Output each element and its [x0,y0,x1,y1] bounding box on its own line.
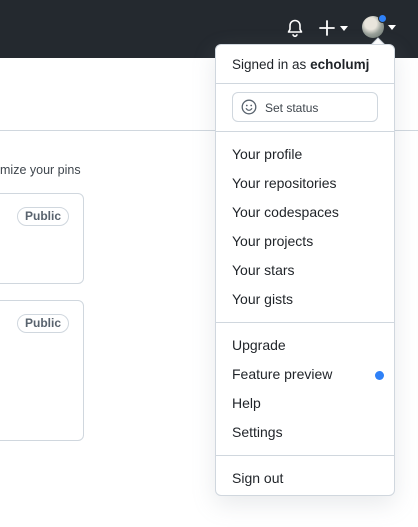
menu-item-label: Feature preview [232,366,333,382]
smiley-icon [241,99,257,115]
new-feature-dot [375,371,384,380]
menu-divider [216,322,394,323]
plus-icon [319,20,335,36]
menu-divider [216,455,394,456]
signed-in-as-label: Signed in as echolumj [232,57,369,72]
menu-item-your-gists[interactable]: Your gists [216,286,394,314]
menu-item-label: Upgrade [232,337,286,353]
menu-item-sign-out[interactable]: Sign out [216,465,394,493]
menu-item-help[interactable]: Help [216,390,394,418]
signed-in-prefix: Signed in as [232,57,307,72]
menu-item-feature-preview[interactable]: Feature preview [216,361,394,389]
username: echolumj [310,57,370,72]
menu-item-your-stars[interactable]: Your stars [216,257,394,285]
menu-item-settings[interactable]: Settings [216,419,394,447]
menu-item-label: Your profile [232,146,303,162]
pinned-repo-card[interactable]: Public [0,193,84,284]
menu-item-label: Your gists [232,291,293,307]
notifications-bell-icon[interactable] [284,17,306,39]
menu-item-your-projects[interactable]: Your projects [216,228,394,256]
menu-item-label: Your projects [232,233,314,249]
menu-divider [216,131,394,132]
set-status-label: Set status [265,101,319,115]
menu-item-upgrade[interactable]: Upgrade [216,332,394,360]
notification-dot [378,14,387,23]
customize-pins-link[interactable]: mize your pins [0,163,81,177]
visibility-badge: Public [17,314,70,333]
user-dropdown-menu: Signed in as echolumj Set status Your pr… [215,44,395,496]
set-status-button[interactable]: Set status [232,92,378,122]
chevron-down-icon [388,25,396,30]
create-new-button[interactable] [316,17,350,39]
menu-divider [216,83,394,84]
menu-item-label: Settings [232,424,283,440]
menu-item-your-repositories[interactable]: Your repositories [216,170,394,198]
menu-item-label: Sign out [232,470,284,486]
pinned-repo-card[interactable]: Public [0,300,84,441]
chevron-down-icon [340,26,348,31]
menu-item-label: Help [232,395,261,411]
menu-item-label: Your repositories [232,175,337,191]
menu-item-label: Your codespaces [232,204,339,220]
visibility-badge: Public [17,207,70,226]
menu-item-your-profile[interactable]: Your profile [216,141,394,169]
menu-item-your-codespaces[interactable]: Your codespaces [216,199,394,227]
menu-item-label: Your stars [232,262,295,278]
